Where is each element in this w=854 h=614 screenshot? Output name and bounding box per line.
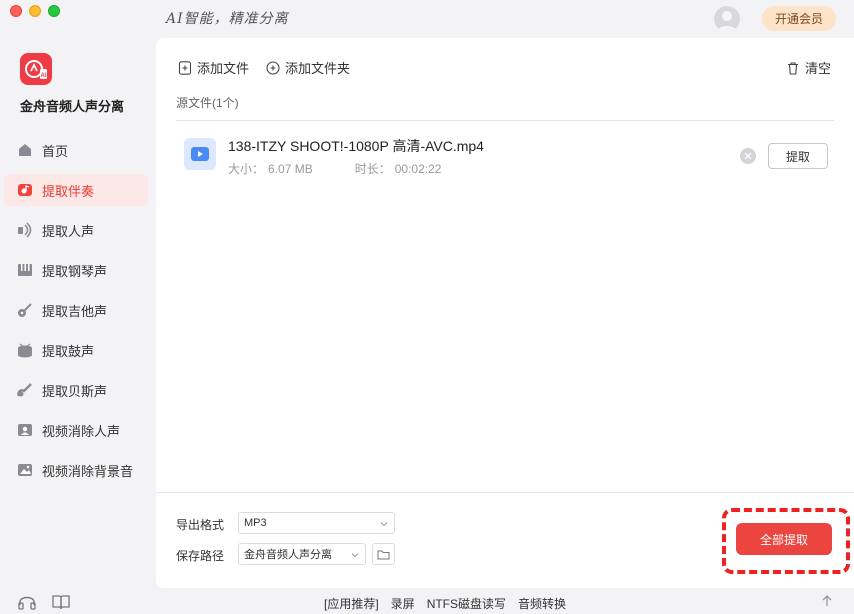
- clear-button[interactable]: 清空: [786, 58, 831, 77]
- minimize-window-button[interactable]: [29, 5, 41, 17]
- file-duration: 00:02:22: [394, 162, 442, 176]
- add-folder-button[interactable]: 添加文件夹: [266, 58, 350, 77]
- save-path-select[interactable]: 金舟音频人声分离: [238, 543, 366, 565]
- voice-icon: [16, 221, 34, 239]
- bass-icon: [16, 381, 34, 399]
- sidebar-item-label: 提取伴奏: [42, 183, 95, 199]
- browse-folder-button[interactable]: [372, 543, 395, 565]
- sidebar-item-label: 视频消除人声: [42, 423, 121, 439]
- sidebar-item-home[interactable]: 首页: [4, 134, 148, 166]
- sidebar-item-label: 视频消除背景音: [42, 463, 134, 479]
- accompaniment-icon: [16, 181, 34, 199]
- sidebar-item-label: 提取吉他声: [42, 303, 108, 319]
- user-avatar-icon[interactable]: [714, 6, 740, 32]
- add-file-icon: [178, 60, 192, 75]
- video-file-icon: [184, 138, 216, 170]
- sidebar-item-bass[interactable]: 提取贝斯声: [4, 374, 148, 406]
- video-voice-icon: [16, 421, 34, 439]
- add-file-button[interactable]: 添加文件: [178, 58, 249, 77]
- footer-link-record[interactable]: 录屏: [391, 595, 415, 612]
- sidebar-item-label: 提取贝斯声: [42, 383, 108, 399]
- footer: [应用推荐] 录屏 NTFS磁盘读写 音频转换: [156, 590, 854, 614]
- clear-label: 清空: [805, 61, 832, 76]
- headset-icon[interactable]: [18, 594, 36, 610]
- export-format-label: 导出格式: [176, 518, 225, 532]
- app-name: 金舟音频人声分离: [20, 99, 125, 114]
- add-folder-icon: [266, 60, 280, 75]
- chevron-down-icon: [380, 519, 388, 527]
- zoom-window-button[interactable]: [48, 5, 60, 17]
- save-path-label: 保存路径: [176, 549, 225, 563]
- divider: [176, 120, 834, 121]
- vip-button[interactable]: 开通会员: [762, 6, 836, 31]
- sidebar-item-label: 提取鼓声: [42, 343, 95, 359]
- sidebar-item-accompaniment[interactable]: 提取伴奏: [4, 174, 148, 206]
- add-file-label: 添加文件: [197, 61, 250, 76]
- folder-icon: [377, 550, 390, 559]
- trash-icon: [788, 61, 798, 75]
- file-name: 138-ITZY SHOOT!-1080P 高清-AVC.mp4: [228, 138, 484, 154]
- extract-all-button[interactable]: 全部提取: [736, 523, 832, 555]
- file-duration-label: 时长：: [354, 162, 391, 176]
- export-format-value: MP3: [244, 517, 267, 529]
- close-window-button[interactable]: [10, 5, 22, 17]
- file-row[interactable]: 138-ITZY SHOOT!-1080P 高清-AVC.mp4 大小： 6.07…: [176, 130, 834, 184]
- save-path-value: 金舟音频人声分离: [244, 549, 332, 561]
- source-files-label: 源文件(1个): [176, 96, 239, 110]
- sidebar: AI 金舟音频人声分离 首页 提取伴奏 提取人声 提取钢琴声 提取吉他声 提取鼓…: [0, 38, 156, 588]
- upload-icon[interactable]: [820, 594, 834, 608]
- drum-icon: [16, 341, 34, 359]
- app-logo-icon: AI: [20, 53, 52, 85]
- piano-icon: [16, 261, 34, 279]
- bottom-divider: [156, 492, 854, 493]
- title-bar: AI智能，精准分离 开通会员: [0, 0, 854, 38]
- app-slogan: AI智能，精准分离: [166, 11, 289, 27]
- remove-file-button[interactable]: [740, 148, 756, 164]
- sidebar-item-video-bg[interactable]: 视频消除背景音: [4, 454, 148, 486]
- footer-link-ntfs[interactable]: NTFS磁盘读写: [427, 595, 506, 612]
- sidebar-item-label: 提取钢琴声: [42, 263, 108, 279]
- footer-link-audio-convert[interactable]: 音频转换: [518, 595, 566, 612]
- extract-button[interactable]: 提取: [768, 143, 828, 169]
- sidebar-item-guitar[interactable]: 提取吉他声: [4, 294, 148, 326]
- home-icon: [16, 141, 34, 159]
- footer-links: [应用推荐] 录屏 NTFS磁盘读写 音频转换: [324, 595, 578, 612]
- close-icon: [744, 152, 752, 160]
- main-panel: 添加文件 添加文件夹 清空 源文件(1个) 138-ITZY SHOOT!-10…: [156, 38, 854, 588]
- sidebar-item-voice[interactable]: 提取人声: [4, 214, 148, 246]
- guitar-icon: [16, 301, 34, 319]
- footer-link-recommend[interactable]: [应用推荐]: [324, 595, 379, 612]
- chevron-down-icon: [351, 550, 359, 558]
- add-folder-label: 添加文件夹: [285, 61, 351, 76]
- sidebar-item-label: 提取人声: [42, 223, 95, 239]
- video-bg-icon: [16, 461, 34, 479]
- file-size-label: 大小：: [228, 162, 265, 176]
- export-format-select[interactable]: MP3: [238, 512, 395, 534]
- svg-text:AI: AI: [41, 73, 47, 79]
- book-icon[interactable]: [52, 594, 70, 610]
- file-size: 6.07 MB: [268, 162, 313, 176]
- sidebar-item-video-voice[interactable]: 视频消除人声: [4, 414, 148, 446]
- sidebar-item-label: 首页: [42, 143, 69, 159]
- sidebar-item-piano[interactable]: 提取钢琴声: [4, 254, 148, 286]
- file-meta: 大小： 6.07 MB 时长： 00:02:22: [228, 160, 445, 177]
- sidebar-item-drum[interactable]: 提取鼓声: [4, 334, 148, 366]
- sidebar-nav: 首页 提取伴奏 提取人声 提取钢琴声 提取吉他声 提取鼓声 提取贝斯声 视频消除…: [4, 134, 148, 494]
